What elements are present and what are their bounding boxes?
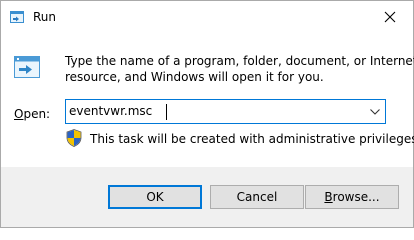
open-label: Open: <box>14 106 50 122</box>
run-dialog: Run Type the name of a program, folder, … <box>0 0 414 228</box>
title-bar[interactable]: Run <box>1 1 413 33</box>
run-icon <box>10 11 24 23</box>
close-button[interactable] <box>367 1 413 33</box>
close-icon <box>384 11 396 23</box>
text-cursor <box>166 104 167 120</box>
open-label-text: pen: <box>23 107 51 121</box>
dropdown-button[interactable] <box>365 100 385 123</box>
description-line-2: resource, and Windows will open it for y… <box>65 70 324 84</box>
admin-privileges-note: This task will be created with administr… <box>90 132 414 146</box>
description-line-1: Type the name of a program, folder, docu… <box>65 54 414 68</box>
button-bar: OK Cancel Browse... <box>1 167 413 227</box>
browse-label: rowse... <box>332 190 380 204</box>
run-dialog-icon <box>14 56 40 78</box>
browse-button[interactable]: Browse... <box>305 185 399 209</box>
uac-shield-icon <box>66 129 82 147</box>
cancel-button[interactable]: Cancel <box>210 185 304 209</box>
description: Type the name of a program, folder, docu… <box>65 53 414 85</box>
ok-button[interactable]: OK <box>108 185 202 209</box>
chevron-down-icon <box>370 108 380 115</box>
open-combobox[interactable] <box>65 99 386 124</box>
open-input[interactable] <box>69 103 359 120</box>
browse-accesskey: B <box>324 190 333 204</box>
window-title: Run <box>33 10 57 24</box>
